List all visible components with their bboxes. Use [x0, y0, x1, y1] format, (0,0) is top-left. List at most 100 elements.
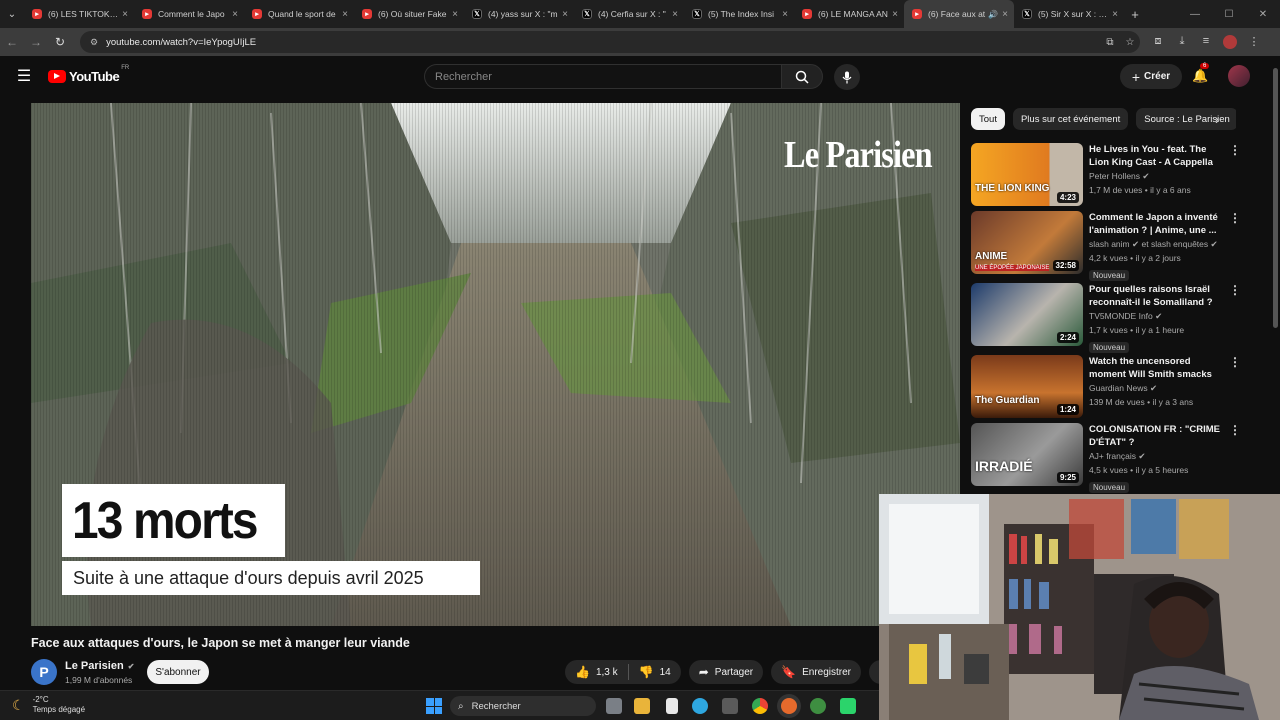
- close-tab-icon[interactable]: ×: [452, 9, 458, 20]
- install-app-icon[interactable]: ⧉: [1100, 37, 1120, 48]
- video-thumbnail[interactable]: THE LION KING 4:23: [971, 143, 1083, 206]
- game-app-icon[interactable]: [840, 698, 856, 714]
- close-tab-icon[interactable]: ×: [342, 9, 348, 20]
- voice-search-button[interactable]: [834, 64, 860, 90]
- close-window-icon[interactable]: ✕: [1246, 9, 1280, 20]
- site-info-icon[interactable]: ⚙: [90, 37, 98, 48]
- recommendation-meta: 1,7 k vues • il y a 1 heure: [1089, 325, 1185, 335]
- share-button[interactable]: ➦ Partager: [688, 660, 764, 684]
- browser-tab[interactable]: ▸ Quand le sport de ×: [244, 0, 354, 28]
- task-view-icon[interactable]: [606, 698, 622, 714]
- menu-hamburger-icon[interactable]: ☰: [0, 66, 48, 86]
- channel-name[interactable]: Le Parisien ✔: [65, 660, 134, 672]
- close-tab-icon[interactable]: ×: [232, 9, 238, 20]
- save-button[interactable]: 🔖 Enregistrer: [771, 660, 861, 684]
- close-tab-icon[interactable]: ×: [122, 9, 128, 20]
- browser-tab[interactable]: 𝕏 (5) The Index Insi ×: [684, 0, 794, 28]
- youtube-icon: ▸: [912, 9, 922, 19]
- recommendation-channel[interactable]: TV5MONDE Info ✔: [1089, 310, 1229, 323]
- recommended-video[interactable]: ANIME UNE ÉPOPÉE JAPONAISE 32:58 Comment le…: [971, 211, 1251, 281]
- search-button[interactable]: [781, 64, 823, 89]
- close-tab-icon[interactable]: ×: [672, 9, 678, 20]
- recommendation-title[interactable]: Comment le Japon a inventé l'animation ?…: [1089, 211, 1229, 237]
- country-code: FR: [121, 64, 130, 71]
- recommendation-title[interactable]: He Lives in You - feat. The Lion King Ca…: [1089, 143, 1229, 169]
- more-options-icon[interactable]: ⋮: [1229, 143, 1241, 157]
- more-options-icon[interactable]: ⋮: [1229, 355, 1241, 369]
- like-button[interactable]: 👍 1,3 k: [565, 660, 628, 684]
- recommendation-channel[interactable]: AJ+ français ✔: [1089, 450, 1229, 463]
- subscribe-button[interactable]: S'abonner: [147, 660, 209, 684]
- extensions-icon[interactable]: ⧈: [1146, 35, 1170, 49]
- close-tab-icon[interactable]: ×: [782, 9, 788, 20]
- video-thumbnail[interactable]: ANIME UNE ÉPOPÉE JAPONAISE 32:58: [971, 211, 1083, 274]
- dislike-button[interactable]: 👎 14: [629, 660, 681, 684]
- browser-tab[interactable]: ▸ (6) LE MANGA AN ×: [794, 0, 904, 28]
- search-input[interactable]: Rechercher: [424, 64, 781, 89]
- chip-all[interactable]: Tout: [971, 108, 1005, 130]
- page-scrollbar[interactable]: [1270, 60, 1280, 494]
- scrollbar-thumb[interactable]: [1273, 68, 1278, 328]
- app-icon[interactable]: [810, 698, 826, 714]
- recommended-video[interactable]: IRRADIÉ 9:25 COLONISATION FR : "CRIME D'ÉT…: [971, 423, 1251, 493]
- video-thumbnail[interactable]: The Guardian 1:24: [971, 355, 1083, 418]
- tab-search-icon[interactable]: ⌄: [0, 0, 24, 28]
- reading-list-icon[interactable]: ≡: [1194, 35, 1218, 49]
- more-options-icon[interactable]: ⋮: [1229, 211, 1241, 225]
- downloads-icon[interactable]: ⤓: [1170, 35, 1194, 49]
- notepad-icon[interactable]: [666, 698, 678, 714]
- windows-start-icon[interactable]: [426, 698, 442, 714]
- browser-tab[interactable]: ▸ (6) Face aux at 🔊 ×: [904, 0, 1014, 28]
- bookmark-star-icon[interactable]: ☆: [1120, 37, 1140, 48]
- recommendation-channel[interactable]: Peter Hollens ✔: [1089, 170, 1229, 183]
- minimize-icon[interactable]: —: [1178, 9, 1212, 20]
- taskbar-search[interactable]: ⌕ Rechercher: [450, 696, 596, 716]
- notifications-bell-icon[interactable]: 🔔 6: [1192, 63, 1210, 84]
- chrome-icon[interactable]: [752, 698, 768, 714]
- browser-tab[interactable]: 𝕏 (5) Sir X sur X : "@ ×: [1014, 0, 1124, 28]
- new-tab-button[interactable]: +: [1124, 7, 1146, 22]
- browser-tab[interactable]: ▸ Comment le Japo ×: [134, 0, 244, 28]
- forward-icon[interactable]: →: [24, 35, 48, 49]
- recommended-video[interactable]: 2:24 Pour quelles raisons Israël reconnaî…: [971, 283, 1251, 353]
- recommendation-channel[interactable]: Guardian News ✔: [1089, 382, 1229, 395]
- browser-menu-icon[interactable]: ⋮: [1242, 35, 1266, 49]
- reload-icon[interactable]: ↻: [48, 35, 72, 49]
- url-bar[interactable]: ⚙ youtube.com/watch?v=IeYpogUIjLE ⧉ ☆: [80, 31, 1140, 53]
- edge-icon[interactable]: [692, 698, 708, 714]
- video-thumbnail[interactable]: IRRADIÉ 9:25: [971, 423, 1083, 486]
- account-avatar[interactable]: [1228, 65, 1250, 87]
- chip-source[interactable]: Source : Le Parisien: [1136, 108, 1236, 130]
- browser-tab[interactable]: ▸ (6) LES TIKTOKS D ×: [24, 0, 134, 28]
- more-options-icon[interactable]: ⋮: [1229, 423, 1241, 437]
- recommended-video[interactable]: THE LION KING 4:23 He Lives in You - feat.…: [971, 143, 1251, 207]
- youtube-logo[interactable]: YouTube FR: [48, 65, 129, 84]
- chip-event[interactable]: Plus sur cet événement: [1012, 108, 1129, 130]
- recommendation-channel[interactable]: slash anim ✔ et slash enquêtes ✔: [1089, 238, 1229, 251]
- close-tab-icon[interactable]: ×: [1112, 9, 1118, 20]
- browser-tab[interactable]: ▸ (6) Où situer Fake ×: [354, 0, 464, 28]
- create-button[interactable]: + Créer: [1120, 64, 1182, 89]
- recommendation-title[interactable]: COLONISATION FR : "CRIME D'ÉTAT" ?: [1089, 423, 1229, 449]
- close-tab-icon[interactable]: ×: [562, 9, 568, 20]
- video-thumbnail[interactable]: 2:24: [971, 283, 1083, 346]
- close-tab-icon[interactable]: ×: [1002, 9, 1008, 20]
- file-explorer-icon[interactable]: [634, 698, 650, 714]
- recommendation-title[interactable]: Pour quelles raisons Israël reconnaît-il…: [1089, 283, 1229, 309]
- close-tab-icon[interactable]: ×: [892, 9, 898, 20]
- weather-widget[interactable]: ☾ -2°C Temps dégagé: [12, 695, 85, 715]
- profile-avatar[interactable]: [1223, 35, 1237, 49]
- chevron-right-icon[interactable]: ›: [1215, 112, 1219, 127]
- recommendation-title[interactable]: Watch the uncensored moment Will Smith s…: [1089, 355, 1229, 381]
- back-icon[interactable]: ←: [0, 35, 24, 49]
- audio-playing-icon[interactable]: 🔊: [988, 10, 998, 19]
- firefox-icon[interactable]: [781, 698, 797, 714]
- more-options-icon[interactable]: ⋮: [1229, 283, 1241, 297]
- browser-tab[interactable]: 𝕏 (4) Cerfia sur X : " ×: [574, 0, 684, 28]
- channel-avatar[interactable]: P: [31, 659, 57, 685]
- maximize-icon[interactable]: ☐: [1212, 9, 1246, 20]
- recommended-video[interactable]: The Guardian 1:24 Watch the uncensored mom…: [971, 355, 1251, 419]
- store-icon[interactable]: [722, 698, 738, 714]
- browser-tab[interactable]: 𝕏 (4) yass sur X : "m ×: [464, 0, 574, 28]
- video-player[interactable]: Le Parisien 13 morts Suite à une attaque…: [31, 103, 960, 626]
